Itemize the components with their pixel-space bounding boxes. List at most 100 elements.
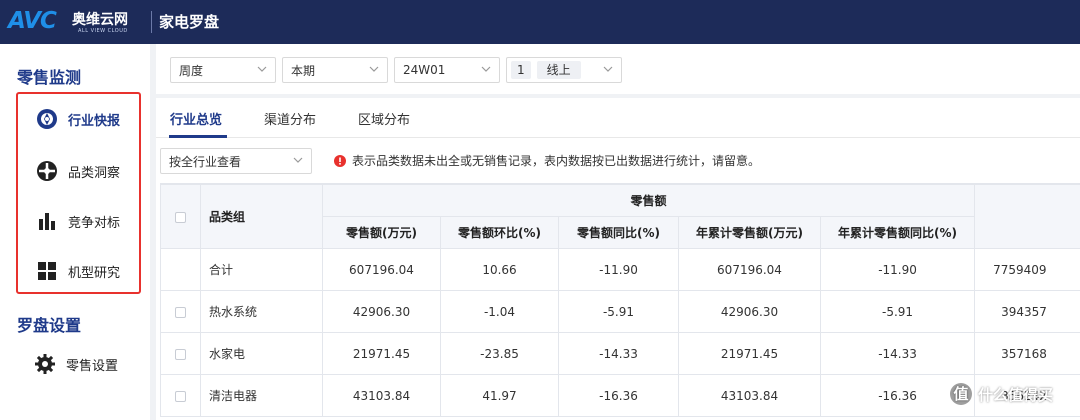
sidebar-highlight-box: 行业快报 品类洞察 竞争对标 机型研究 [16,92,141,294]
view-scope-select[interactable]: 按全行业查看 [160,148,312,174]
chevron-down-icon [481,66,491,72]
view-scope-value: 按全行业查看 [169,154,242,169]
compass-icon [37,109,57,129]
value-cell: 41.97 [440,374,559,417]
select-all-cell [160,184,201,249]
chevron-down-icon [369,66,379,72]
grid-icon [38,262,56,280]
channel-tag: 线上 [536,61,581,79]
sidebar-item-model-research[interactable]: 机型研究 [18,251,143,291]
value-cell: 21971.45 [322,332,441,375]
table-row: 合计 607196.04 10.66 -11.90 607196.04 -11.… [160,248,1080,291]
table-row: 清洁电器 43103.84 41.97 -16.36 43103.84 -16.… [160,374,1080,417]
value-cell: -11.90 [819,248,976,291]
sidebar-item-label: 机型研究 [68,265,121,281]
value-cell: 42906.30 [678,290,821,333]
logo-en-text: ALL VIEW CLOUD [78,28,128,34]
table-row: 水家电 21971.45 -23.85 -14.33 21971.45 -14.… [160,332,1080,375]
col-header[interactable]: 年累计零售额(万元) [678,216,821,249]
warning-icon [334,154,346,167]
row-checkbox[interactable] [175,348,186,360]
avc-logo[interactable]: AVC 奥维云网 ALL VIEW CLOUD [8,8,148,36]
tab-bar: 行业总览 渠道分布 区域分布 [156,98,1080,138]
filter-bar: 周度 本期 24W01 1 线上 [156,44,1080,94]
sidebar-item-label: 行业快报 [68,113,121,129]
row-checkbox[interactable] [175,306,186,318]
category-cell: 合计 [200,248,323,291]
category-header: 品类组 [200,184,323,249]
retail-table: 品类组 零售额 零售额(万元) 零售额环比(%) 零售额同比(%) 年累计零售额… [160,183,1080,420]
sidebar-item-label: 竞争对标 [68,215,121,231]
gear-icon [35,354,55,374]
period-type-select[interactable]: 周度 [170,57,276,83]
row-checkbox-cell [160,248,201,291]
value-cell: 10.66 [440,248,559,291]
category-cell: 清洁电器 [200,374,323,417]
row-checkbox-cell [160,290,201,333]
data-notice: 表示品类数据未出全或无销售记录，表内数据按已出数据进行统计，请留意。 [334,152,760,169]
value-cell: -11.90 [558,248,679,291]
logo-cn-text: 奥维云网 [72,12,128,28]
logo-avc-text: AVC [8,8,57,34]
notice-text: 表示品类数据未出全或无销售记录，表内数据按已出数据进行统计，请留意。 [352,154,761,168]
table-row: 热水系统 42906.30 -1.04 -5.91 42906.30 -5.91… [160,290,1080,333]
sidebar-item-competition[interactable]: 竞争对标 [18,201,143,241]
watermark: 值 什么值得买 [950,383,1053,405]
col-header[interactable]: 年累计零售额同比(%) [819,216,976,249]
category-cell: 热水系统 [200,290,323,333]
category-cell: 水家电 [200,332,323,375]
value-cell: 42906.30 [322,290,441,333]
sidebar-item-label: 零售设置 [66,358,119,374]
col-header[interactable]: 零售额同比(%) [558,216,679,249]
sidebar-section-retail: 零售监测 [17,68,82,87]
top-bar: AVC 奥维云网 ALL VIEW CLOUD 家电罗盘 [0,0,1080,44]
col-header[interactable]: 零售额(万元) [322,216,441,249]
row-checkbox[interactable] [175,390,186,402]
value-cell: -14.33 [558,332,679,375]
value-cell: 357168 [974,332,1080,375]
active-tab-indicator [169,135,227,138]
value-cell: -16.36 [558,374,679,417]
select-all-checkbox[interactable] [175,211,186,223]
value-cell: 43103.84 [678,374,821,417]
tab-region-distribution[interactable]: 区域分布 [358,109,410,128]
chevron-down-icon [603,66,613,72]
row-checkbox-cell [160,374,201,417]
value-cell: -1.04 [440,290,559,333]
app-title: 家电罗盘 [159,13,220,31]
sidebar: 零售监测 行业快报 品类洞察 竞争对标 机型研究 罗盘设置 零售设置 [0,44,150,420]
sidebar-section-settings: 罗盘设置 [17,316,82,335]
tab-industry-overview[interactable]: 行业总览 [170,109,222,128]
row-checkbox-cell [160,332,201,375]
tab-channel-distribution[interactable]: 渠道分布 [264,109,316,128]
logo-divider [151,11,152,33]
value-cell: 607196.04 [678,248,821,291]
value-cell: 21971.45 [678,332,821,375]
watermark-logo: 值 [950,383,972,405]
period-type-value: 周度 [179,63,204,78]
value-cell: 7759409 [974,248,1080,291]
col-header [974,184,1080,249]
week-select[interactable]: 24W01 [394,57,500,83]
sidebar-item-label: 品类洞察 [68,165,121,181]
value-cell: 394357 [974,290,1080,333]
chevron-down-icon [257,66,267,72]
value-cell: 43103.84 [322,374,441,417]
col-header[interactable]: 零售额环比(%) [440,216,559,249]
value-cell: -23.85 [440,332,559,375]
sidebar-item-industry-report[interactable]: 行业快报 [18,99,143,139]
period-select[interactable]: 本期 [282,57,388,83]
main-panel: 周度 本期 24W01 1 线上 行业总览 渠道分布 区域分布 按全行业查看 表… [150,44,1080,420]
group-header-retail: 零售额 [321,184,976,217]
value-cell: 607196.04 [322,248,441,291]
bar-chart-icon [39,213,55,230]
watermark-text: 什么值得买 [978,385,1054,404]
period-value: 本期 [291,63,316,78]
sidebar-item-retail-settings[interactable]: 零售设置 [16,344,141,384]
channel-count-badge: 1 [511,61,531,79]
value-cell: -5.91 [819,290,976,333]
value-cell: -5.91 [558,290,679,333]
channel-select[interactable]: 1 线上 [506,57,622,83]
sidebar-item-category-insight[interactable]: 品类洞察 [18,151,143,191]
chevron-down-icon [293,157,303,163]
